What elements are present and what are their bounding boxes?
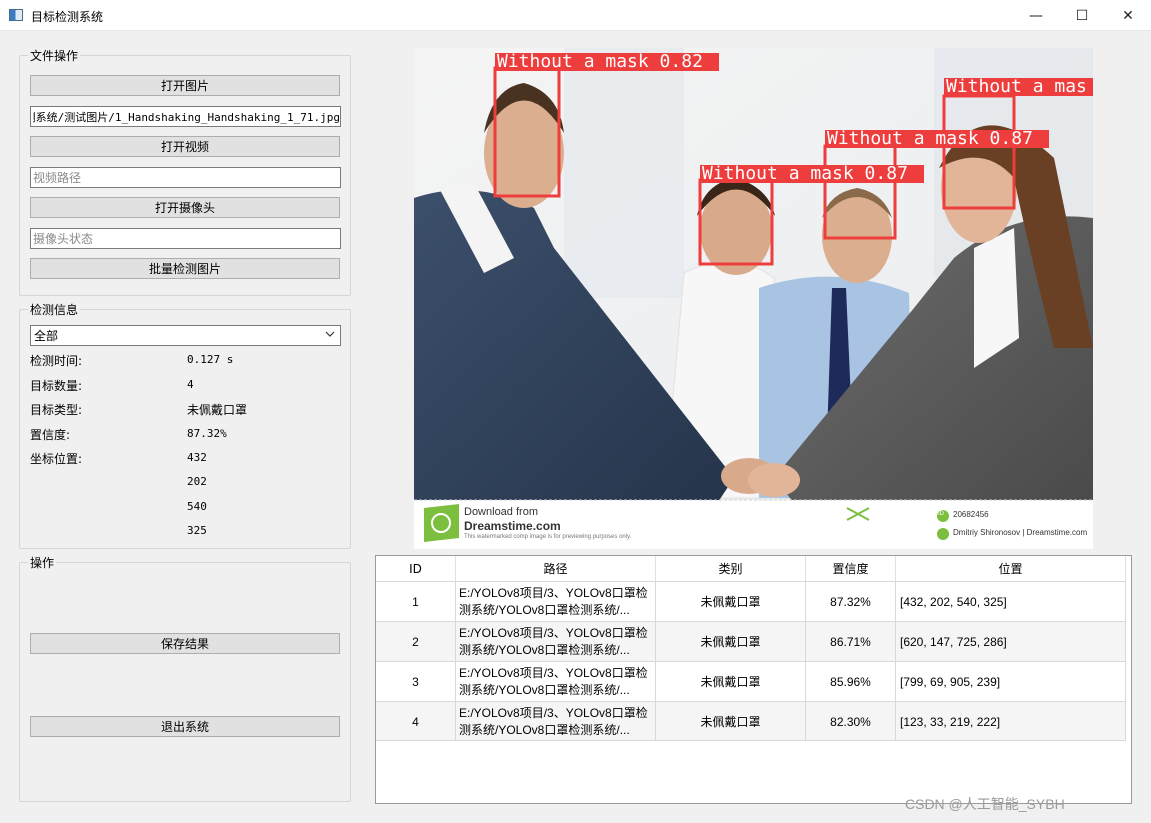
cell-id: 1 <box>376 582 456 621</box>
cell-position: [123, 33, 219, 222] <box>896 702 1126 741</box>
cell-path-line2: 测系统/YOLOv8口罩检测系统/... <box>459 682 630 697</box>
cell-path: E:/YOLOv8项目/3、YOLOv8口罩检 测系统/YOLOv8口罩检测系统/… <box>456 702 656 741</box>
id-badge-label: ID <box>938 511 944 517</box>
maximize-button[interactable]: ☐ <box>1059 0 1105 31</box>
cell-path: E:/YOLOv8项目/3、YOLOv8口罩检 测系统/YOLOv8口罩检测系统/… <box>456 582 656 621</box>
col-header-confidence[interactable]: 置信度 <box>806 556 896 581</box>
window-title: 目标检测系统 <box>31 10 104 24</box>
results-table[interactable]: ID 路径 类别 置信度 位置 1 E:/YOLOv8项目/3、YOLOv8口罩… <box>375 555 1132 804</box>
cell-confidence: 82.30% <box>806 702 896 741</box>
cell-position: [432, 202, 540, 325] <box>896 582 1126 621</box>
detection-label-2: Without a mask 0.87 <box>702 163 908 184</box>
camera-status-placeholder: 摄像头状态 <box>33 232 94 246</box>
position-ymin: 202 <box>187 475 207 488</box>
target-type-value: 未佩戴口罩 <box>187 403 248 417</box>
target-select-value: 全部 <box>34 329 59 343</box>
col-header-category[interactable]: 类别 <box>656 556 806 581</box>
cell-path-line2: 测系统/YOLOv8口罩检测系统/... <box>459 722 630 737</box>
image-path-value: 检测系统/测试图片/1_Handshaking_Handshaking_1_71… <box>33 110 340 124</box>
target-select[interactable]: 全部 <box>30 325 341 346</box>
open-video-button[interactable]: 打开视频 <box>30 136 340 157</box>
confidence-label: 置信度: <box>30 428 71 442</box>
cell-id: 3 <box>376 662 456 701</box>
target-type-label: 目标类型: <box>30 403 83 417</box>
col-header-id[interactable]: ID <box>376 556 456 581</box>
position-label: 坐标位置: <box>30 452 83 466</box>
cell-position: [620, 147, 725, 286] <box>896 622 1126 661</box>
cell-path: E:/YOLOv8项目/3、YOLOv8口罩检 测系统/YOLOv8口罩检测系统/… <box>456 622 656 661</box>
image-credit: Dmitriy Shironosov | Dreamstime.com <box>953 528 1088 537</box>
video-path-field[interactable]: 视频路径 <box>30 167 341 188</box>
detection-label-1: Without a mask 0.82 <box>497 51 703 72</box>
table-row[interactable]: 3 E:/YOLOv8项目/3、YOLOv8口罩检 测系统/YOLOv8口罩检测系… <box>376 661 1126 701</box>
col-header-position[interactable]: 位置 <box>896 556 1126 581</box>
cell-path-line1: E:/YOLOv8项目/3、YOLOv8口罩检 <box>459 705 648 720</box>
image-id-value: 20682456 <box>953 510 989 519</box>
video-path-placeholder: 视频路径 <box>33 171 82 185</box>
cell-category: 未佩戴口罩 <box>656 662 806 701</box>
cell-confidence: 85.96% <box>806 662 896 701</box>
detect-time-label: 检测时间: <box>30 354 83 368</box>
detection-label-3: Without a mask 0.87 <box>827 128 1033 149</box>
cell-category: 未佩戴口罩 <box>656 582 806 621</box>
chevron-down-icon <box>325 331 335 337</box>
minimize-button[interactable]: — <box>1013 0 1059 31</box>
cell-path: E:/YOLOv8项目/3、YOLOv8口罩检 测系统/YOLOv8口罩检测系统/… <box>456 662 656 701</box>
open-camera-button[interactable]: 打开摄像头 <box>30 197 340 218</box>
batch-detect-button[interactable]: 批量检测图片 <box>30 258 340 279</box>
dreamstime-brand: Dreamstime.com <box>464 519 561 533</box>
cell-id: 2 <box>376 622 456 661</box>
operations-title: 操作 <box>28 554 57 571</box>
table-row[interactable]: 2 E:/YOLOv8项目/3、YOLOv8口罩检 测系统/YOLOv8口罩检测系… <box>376 621 1126 661</box>
exit-system-button[interactable]: 退出系统 <box>30 716 340 737</box>
file-ops-title: 文件操作 <box>28 47 81 64</box>
cell-category: 未佩戴口罩 <box>656 622 806 661</box>
dreamstime-logo-icon <box>424 504 459 542</box>
position-ymax: 325 <box>187 524 207 537</box>
detection-image: Without a mask 0.82 Without a mask 0.87 … <box>414 48 1093 549</box>
cell-position: [799, 69, 905, 239] <box>896 662 1126 701</box>
col-header-path[interactable]: 路径 <box>456 556 656 581</box>
confidence-value: 87.32% <box>187 427 227 440</box>
cell-path-line1: E:/YOLOv8项目/3、YOLOv8口罩检 <box>459 625 648 640</box>
close-button[interactable]: ✕ <box>1105 0 1151 31</box>
cell-path-line1: E:/YOLOv8项目/3、YOLOv8口罩检 <box>459 585 648 600</box>
camera-status-field[interactable]: 摄像头状态 <box>30 228 341 249</box>
cell-path-line2: 测系统/YOLOv8口罩检测系统/... <box>459 642 630 657</box>
cell-category: 未佩戴口罩 <box>656 702 806 741</box>
detection-info-title: 检测信息 <box>28 301 81 318</box>
cell-confidence: 86.71% <box>806 622 896 661</box>
title-bar: 目标检测系统 — ☐ ✕ <box>0 0 1151 31</box>
table-row[interactable]: 4 E:/YOLOv8项目/3、YOLOv8口罩检 测系统/YOLOv8口罩检测系… <box>376 701 1126 741</box>
detection-label-4: Without a mas <box>946 76 1087 97</box>
cell-confidence: 87.32% <box>806 582 896 621</box>
cell-id: 4 <box>376 702 456 741</box>
target-count-value: 4 <box>187 378 194 391</box>
operations-group <box>19 562 351 802</box>
cell-path-line2: 测系统/YOLOv8口罩检测系统/... <box>459 602 630 617</box>
position-xmax: 540 <box>187 500 207 513</box>
image-path-field[interactable]: 检测系统/测试图片/1_Handshaking_Handshaking_1_71… <box>30 106 341 127</box>
table-row[interactable]: 1 E:/YOLOv8项目/3、YOLOv8口罩检 测系统/YOLOv8口罩检测系… <box>376 581 1126 621</box>
download-from-text: Download from <box>464 506 538 518</box>
app-window-icon <box>9 9 23 21</box>
cell-path-line1: E:/YOLOv8项目/3、YOLOv8口罩检 <box>459 665 648 680</box>
watermark-disclaimer: This watermarked comp image is for previ… <box>464 534 632 540</box>
detect-time-value: 0.127 s <box>187 353 234 366</box>
open-image-button[interactable]: 打开图片 <box>30 75 340 96</box>
credit-badge-icon <box>937 528 949 540</box>
csdn-watermark: CSDN @人工智能_SYBH <box>905 796 1065 812</box>
detection-scene <box>414 48 1093 549</box>
position-xmin: 432 <box>187 451 207 464</box>
target-count-label: 目标数量: <box>30 379 83 393</box>
save-results-button[interactable]: 保存结果 <box>30 633 340 654</box>
